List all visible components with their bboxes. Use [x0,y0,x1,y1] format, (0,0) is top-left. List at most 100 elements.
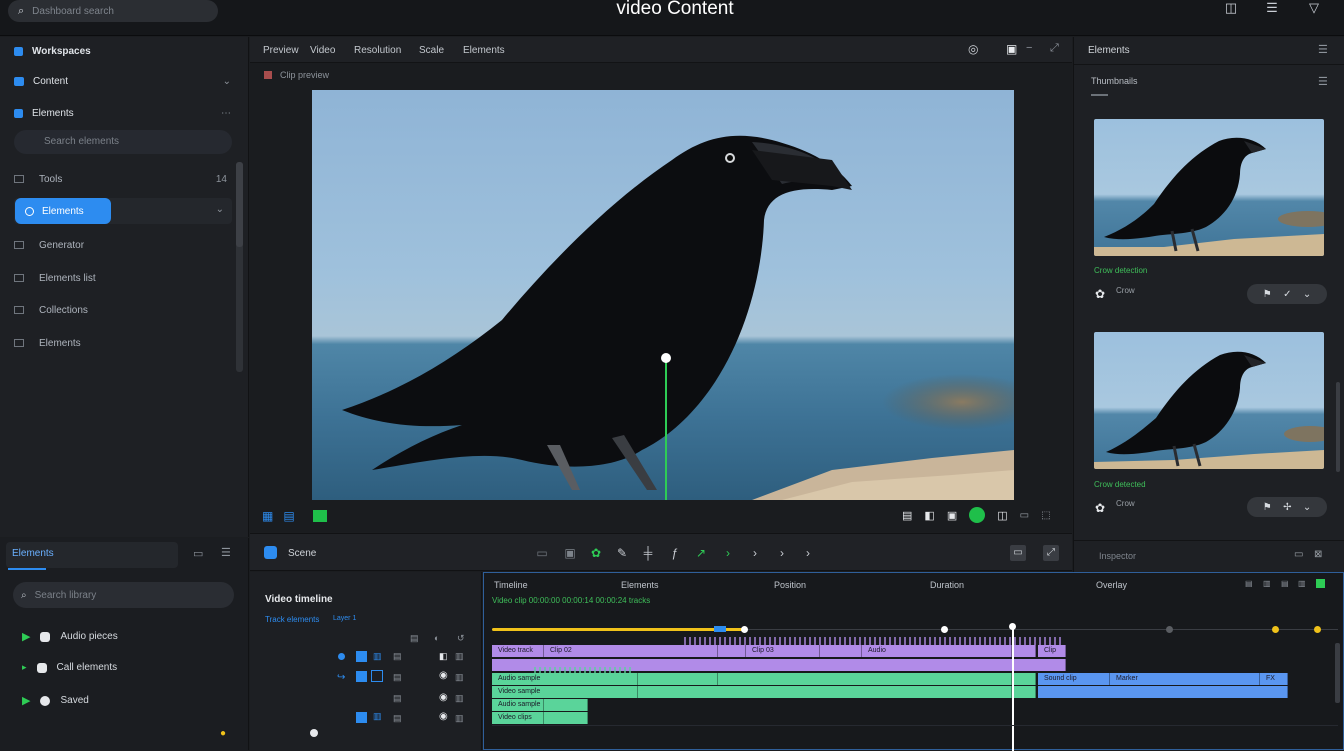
tab-video[interactable]: Video [310,45,335,56]
thumbnail-card[interactable] [1094,332,1324,469]
filter-icon[interactable]: ▽ [1305,0,1323,18]
keyframe-marker[interactable] [1166,626,1173,633]
blade-icon[interactable]: ƒ [668,546,682,560]
track-mute-icon[interactable]: ▤ [393,672,402,683]
close-icon[interactable]: ⊠ [1314,549,1322,560]
content-section[interactable]: Content ⌄ [0,67,249,95]
library-search[interactable]: ⌕ Search library [13,582,234,608]
sidebar-item-generator[interactable]: Generator [0,231,249,259]
track-solo-icon[interactable]: ◧ [439,651,448,662]
grid-icon[interactable]: ▦ [262,509,273,523]
scrollbar-thumb[interactable] [236,162,243,247]
pen-icon[interactable]: ✎ [615,546,629,560]
keyframe-marker[interactable] [741,626,748,633]
sidebar-item-collections[interactable]: Collections [0,296,249,324]
track-label-icon[interactable]: ▥ [373,711,382,722]
fullscreen-icon[interactable]: ⤢ [1043,545,1059,561]
track-refresh-icon[interactable]: ↺ [457,633,465,644]
list-icon[interactable]: ▤ [902,509,912,522]
gear-icon[interactable]: ✿ [1095,501,1105,515]
left-icon[interactable]: ↗ [694,546,708,560]
timeline-clip[interactable]: Clip [1038,645,1066,657]
play-icon[interactable]: › [721,546,735,560]
library-item[interactable]: ▶ Saved [22,694,89,707]
timeline-tool-icon[interactable]: ▤ [1245,579,1253,588]
video-canvas[interactable] [312,90,1014,500]
track-eye-icon[interactable]: ◐ [434,633,439,643]
timeline-clip[interactable]: Marker [1110,673,1260,685]
timeline-clip[interactable]: Audio [862,645,1012,657]
right-scrollbar[interactable] [1336,382,1340,472]
layers-icon[interactable]: ▤ [283,509,294,523]
tab-scale[interactable]: Scale [419,45,444,56]
export-icon[interactable]: ⬚ [1041,510,1050,521]
timeline-clip[interactable]: Audio sample [492,673,638,685]
timeline-clip[interactable] [718,645,746,657]
gear-icon[interactable]: ✿ [1095,287,1105,301]
track-mute-icon[interactable]: ▤ [393,693,402,704]
chevron-down-icon[interactable]: ⌄ [1303,502,1311,513]
card-actions[interactable]: ⚑ ✢ ⌄ [1247,497,1327,517]
flag-icon[interactable]: ⚑ [1263,289,1272,300]
play-icon[interactable]: ▶ [22,694,30,707]
forward-icon[interactable]: › [775,546,789,560]
library-search-input[interactable]: Search library [35,590,97,601]
check-icon[interactable]: ✓ [1283,289,1291,300]
track-arrow-icon[interactable]: ↪ [337,672,345,683]
timeline-clip[interactable]: Video track [492,645,544,657]
monitor-icon[interactable]: ▣ [563,546,577,560]
elements-section[interactable]: Elements ⋯ [0,99,249,127]
crop-icon[interactable]: ◫ [997,509,1007,522]
track-solo-icon[interactable]: ◉ [439,670,448,681]
next-icon[interactable]: › [748,546,762,560]
fit-icon[interactable]: ▭ [1010,545,1026,561]
tab-resolution[interactable]: Resolution [354,45,401,56]
timeline-clip[interactable] [1038,686,1288,698]
search-field[interactable]: ⌕ Dashboard search [8,0,218,22]
cursor-icon[interactable]: ✢ [1283,502,1291,513]
tab-elements[interactable]: Elements [6,542,178,568]
timeline-clip[interactable] [638,673,718,685]
expand-icon[interactable]: ⤢ [1050,42,1059,55]
tab-elements[interactable]: Elements [463,45,505,56]
track-toggle[interactable] [356,712,367,723]
keyframe-marker[interactable] [941,626,948,633]
chevron-down-icon[interactable]: ⌄ [223,76,231,87]
track-solo-icon[interactable]: ◉ [439,692,448,703]
sidebar-item-tools[interactable]: Tools 14 [0,165,249,193]
timeline-clip[interactable] [1012,645,1036,657]
timeline-clip[interactable] [718,673,1012,685]
play-icon[interactable]: ▶ [22,630,30,643]
track-label-icon[interactable]: ▥ [373,651,382,662]
timeline-clip[interactable] [638,686,1012,698]
track-mute-icon[interactable]: ▤ [393,651,402,662]
timeline-clip[interactable] [820,645,862,657]
timeline-scrollbar[interactable] [1335,643,1340,703]
timeline-clip[interactable] [1012,673,1036,685]
chevron-down-icon[interactable]: ⌄ [1303,289,1311,300]
timeline-clip[interactable]: Clip 02 [544,645,718,657]
mark-icon[interactable]: ▣ [947,509,957,522]
menu-icon[interactable]: ☰ [1318,75,1328,88]
track-solo-icon[interactable]: ◉ [439,711,448,722]
track-toggle[interactable] [356,651,367,662]
track-settings-icon[interactable]: ▥ [455,651,464,662]
layout-icon[interactable]: ▣ [1006,42,1017,56]
minus-icon[interactable]: − [1026,42,1032,54]
timeline-clip[interactable]: Video sample [492,686,638,698]
play-icon[interactable]: ▸ [22,662,27,673]
track-dot[interactable] [338,653,345,660]
sidebar-item-elements-grid[interactable]: Elements [0,329,249,357]
filter-field[interactable]: Search elements [14,130,232,154]
folder-icon[interactable]: ▭ [193,547,203,560]
timeline-clip[interactable] [1012,686,1036,698]
timeline-clip[interactable]: Sound clip [1038,673,1110,685]
timeline-tool-icon[interactable]: ▥ [1263,579,1271,588]
camera-icon[interactable]: ▭ [1020,510,1029,521]
track-mute-icon[interactable]: ▤ [393,713,402,724]
track-lock-icon[interactable]: ▤ [410,633,419,644]
playhead-line[interactable] [1012,627,1014,751]
flag-icon[interactable]: ⚑ [1263,502,1272,513]
track-toggle[interactable] [356,671,367,682]
tag-icon[interactable]: ◧ [924,509,934,522]
